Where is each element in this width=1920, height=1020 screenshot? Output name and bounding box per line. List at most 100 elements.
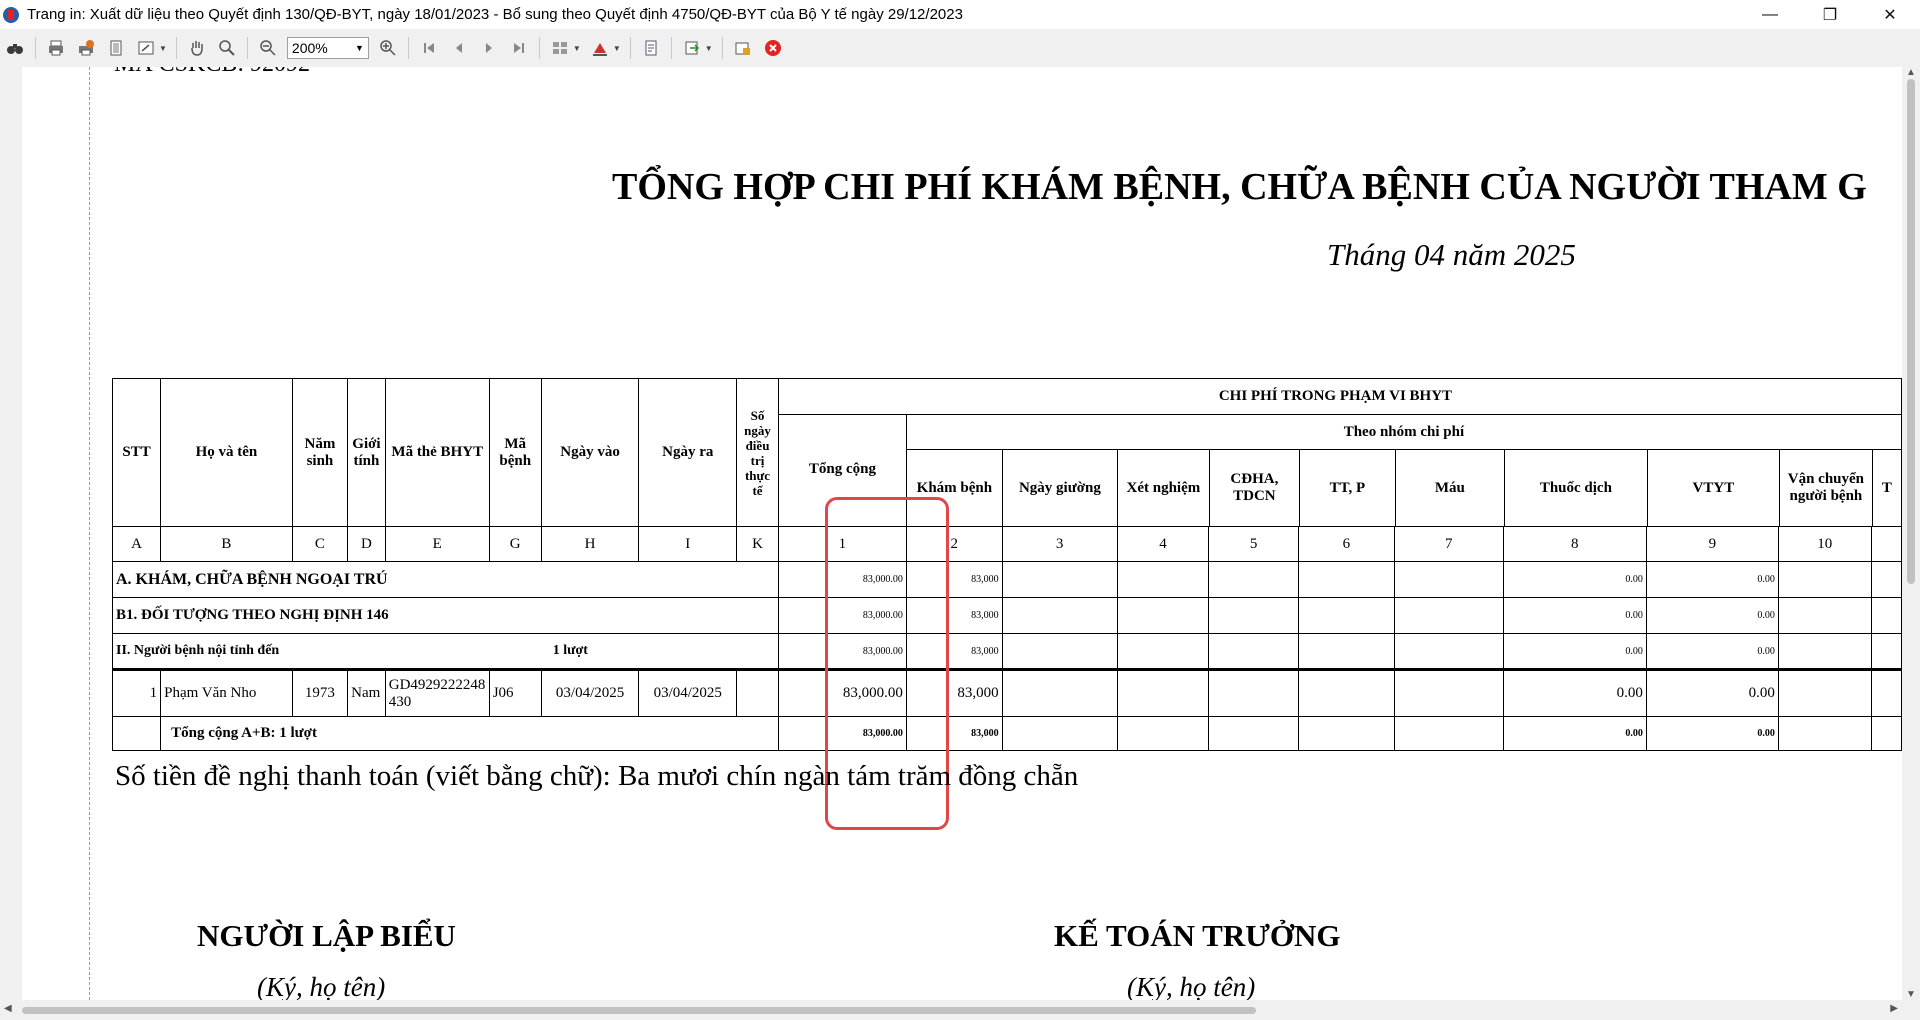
next-page-icon[interactable] xyxy=(476,35,502,61)
print-quick-icon[interactable] xyxy=(73,35,99,61)
code-cell: 10 xyxy=(1777,526,1872,562)
horizontal-scrollbar[interactable]: ◀ ▶ xyxy=(0,1000,1920,1020)
table-header-row: STT Họ và tên Năm sinh Giới tính Mã thẻ … xyxy=(111,378,1903,527)
chevron-down-icon[interactable]: ▼ xyxy=(613,44,621,53)
document-page: MÃ CSKCB: 92092 TỔNG HỢP CHI PHÍ KHÁM BỆ… xyxy=(22,67,1903,1000)
code-cell: 9 xyxy=(1645,526,1779,562)
code-cell: C xyxy=(291,526,349,562)
code-cell: K xyxy=(736,526,779,562)
page-margin-line xyxy=(89,67,90,1000)
code-cell: G xyxy=(488,526,542,562)
code-cell: 5 xyxy=(1208,526,1300,562)
magnifier-icon[interactable] xyxy=(214,35,240,61)
send-icon[interactable] xyxy=(730,35,756,61)
code-cell: I xyxy=(638,526,738,562)
header-vtyt: VTYT xyxy=(1648,450,1780,526)
scroll-down-icon[interactable]: ▼ xyxy=(1906,989,1916,1000)
scroll-right-icon[interactable]: ▶ xyxy=(1890,1003,1898,1014)
table-row-grand-total: Tổng cộng A+B: 1 lượt 83,000.00 83,000 0… xyxy=(111,716,1903,751)
header-vc: Vận chuyển người bệnh xyxy=(1780,450,1873,526)
row1-thuoc: 0.00 xyxy=(1502,669,1647,717)
row1-stt: 1 xyxy=(111,669,162,717)
vertical-scroll-thumb[interactable] xyxy=(1907,79,1915,584)
chevron-down-icon[interactable]: ▼ xyxy=(573,44,581,53)
section-ii-count: 1 lượt xyxy=(552,643,588,658)
header-group-block: Theo nhóm chi phí Khám bệnh Ngày giường … xyxy=(905,414,1903,527)
row1-year: 1973 xyxy=(291,669,349,717)
row1-name: Phạm Văn Nho xyxy=(160,669,293,717)
code-cell: D xyxy=(347,526,386,562)
header-thuoc: Thuốc dịch xyxy=(1505,450,1648,526)
code-cell: 3 xyxy=(1001,526,1118,562)
prev-page-icon[interactable] xyxy=(446,35,472,61)
zoom-out-icon[interactable] xyxy=(255,35,281,61)
export-icon[interactable] xyxy=(679,35,705,61)
header-scope: CHI PHÍ TRONG PHẠM VI BHYT xyxy=(777,378,1903,415)
section-ii-thuoc: 0.00 xyxy=(1502,633,1647,670)
cskcb-code: MÃ CSKCB: 92092 xyxy=(114,67,310,78)
binoculars-icon[interactable] xyxy=(2,35,28,61)
table-row-section-a: A. KHÁM, CHỮA BỆNH NGOẠI TRÚ 83,000.00 8… xyxy=(112,561,1903,598)
report-title: TỔNG HỢP CHI PHÍ KHÁM BỆNH, CHỮA BỆNH CỦ… xyxy=(612,166,1867,208)
header-total: Tổng cộng xyxy=(808,461,876,477)
hand-icon[interactable] xyxy=(184,35,210,61)
scale-icon[interactable] xyxy=(133,35,159,61)
table-row-section-ii: II. Người bệnh nội tỉnh đến 1 lượt 83,00… xyxy=(112,633,1903,670)
print-icon[interactable] xyxy=(43,35,69,61)
zoom-select[interactable]: 200% ▼ xyxy=(286,37,369,59)
code-cell: B xyxy=(160,526,293,562)
document-viewer: MÃ CSKCB: 92092 TỔNG HỢP CHI PHÍ KHÁM BỆ… xyxy=(0,67,1920,1000)
chevron-down-icon[interactable]: ▼ xyxy=(159,44,167,53)
header-year: Năm sinh xyxy=(291,378,349,527)
last-page-icon[interactable] xyxy=(506,35,532,61)
color-icon[interactable] xyxy=(587,35,613,61)
app-icon xyxy=(3,6,19,23)
section-ii-vtyt: 0.00 xyxy=(1645,633,1779,670)
page-setup-icon[interactable] xyxy=(103,35,129,61)
document-icon[interactable] xyxy=(638,35,664,61)
toolbar-separator xyxy=(538,37,540,59)
row1-date-in: 03/04/2025 xyxy=(540,669,640,717)
horizontal-scroll-thumb[interactable] xyxy=(22,1007,1256,1014)
toolbar-separator xyxy=(35,37,36,59)
toolbar-separator xyxy=(407,37,409,59)
header-subcols: Khám bệnh Ngày giường Xét nghiệm CĐHA, T… xyxy=(907,450,1900,526)
row1-vtyt: 0.00 xyxy=(1645,669,1779,717)
cost-summary-table: STT Họ và tên Năm sinh Giới tính Mã thẻ … xyxy=(111,378,1903,751)
header-extra: T xyxy=(1881,479,1892,496)
toolbar-separator xyxy=(246,37,248,59)
scroll-left-icon[interactable]: ◀ xyxy=(4,1003,12,1014)
zoom-in-icon[interactable] xyxy=(375,35,401,61)
section-a-vtyt: 0.00 xyxy=(1645,561,1779,598)
row1-days xyxy=(736,669,779,717)
close-window-button[interactable]: ✕ xyxy=(1860,0,1920,29)
restore-button[interactable]: ❐ xyxy=(1800,0,1860,29)
signature-preparer-note: (Ký, họ tên) xyxy=(257,972,386,1000)
window-title: Trang in: Xuất dữ liệu theo Quyết định 1… xyxy=(27,6,963,23)
code-cell: 7 xyxy=(1393,526,1504,562)
header-ttp: TT, P xyxy=(1300,450,1396,526)
minimize-button[interactable]: — xyxy=(1740,0,1800,29)
chevron-down-icon[interactable]: ▼ xyxy=(705,44,713,53)
scroll-up-icon[interactable]: ▲ xyxy=(1906,67,1916,78)
code-cell xyxy=(1870,526,1903,562)
viewer-toolbar: ▼ 200% ▼ ▼ ▼ ▼ xyxy=(0,29,1920,68)
toolbar-separator xyxy=(629,37,631,59)
header-date-in: Ngày vào xyxy=(540,378,640,527)
vertical-scrollbar[interactable]: ▲ ▼ xyxy=(1902,67,1920,1000)
multi-page-icon[interactable] xyxy=(547,35,573,61)
grand-thuoc: 0.00 xyxy=(1502,716,1647,751)
first-page-icon[interactable] xyxy=(416,35,442,61)
code-cell: H xyxy=(540,526,640,562)
code-cell: A xyxy=(111,526,162,562)
close-icon[interactable] xyxy=(760,35,786,61)
header-date-out: Ngày ra xyxy=(638,378,738,527)
section-ii-cell: II. Người bệnh nội tỉnh đến 1 lượt xyxy=(112,633,779,670)
header-cdha: CĐHA, TDCN xyxy=(1210,450,1300,526)
code-cell: 8 xyxy=(1502,526,1647,562)
signature-accountant-note: (Ký, họ tên) xyxy=(1127,972,1256,1000)
toolbar-separator xyxy=(175,37,177,59)
window-titlebar: Trang in: Xuất dữ liệu theo Quyết định 1… xyxy=(0,0,1920,29)
header-gender: Giới tính xyxy=(347,378,386,527)
zoom-value: 200% xyxy=(291,40,328,56)
